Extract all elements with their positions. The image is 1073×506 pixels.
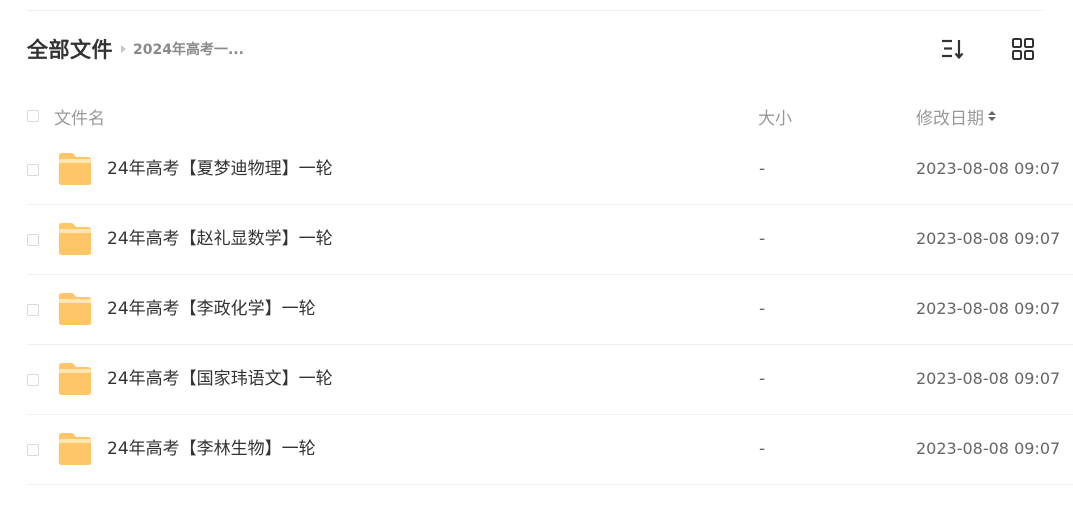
file-size: - bbox=[759, 299, 766, 319]
breadcrumb-separator-icon bbox=[121, 45, 126, 53]
file-name[interactable]: 24年高考【赵礼显数学】一轮 bbox=[107, 227, 333, 251]
folder-icon bbox=[59, 433, 91, 465]
file-browser: 全部文件 2024年高考一... 文件名 大小 修改日期 24年高考【夏梦迪物理… bbox=[0, 0, 1073, 506]
file-name[interactable]: 24年高考【李政化学】一轮 bbox=[107, 297, 316, 321]
breadcrumb-current: 2024年高考一... bbox=[133, 42, 244, 58]
file-row[interactable]: 24年高考【赵礼显数学】一轮 - 2023-08-08 09:07 bbox=[27, 205, 1073, 275]
sort-arrows-icon bbox=[988, 111, 996, 121]
row-checkbox[interactable] bbox=[27, 374, 39, 386]
file-modified-date: 2023-08-08 09:07 bbox=[916, 369, 1061, 388]
file-name[interactable]: 24年高考【夏梦迪物理】一轮 bbox=[107, 157, 333, 181]
header: 全部文件 2024年高考一... bbox=[27, 30, 1043, 68]
column-header-size: 大小 bbox=[758, 104, 792, 129]
file-modified-date: 2023-08-08 09:07 bbox=[916, 439, 1061, 458]
column-header-name: 文件名 bbox=[54, 104, 105, 129]
file-row[interactable]: 24年高考【李政化学】一轮 - 2023-08-08 09:07 bbox=[27, 275, 1073, 345]
column-header-size-label: 大小 bbox=[758, 108, 792, 129]
sort-list-icon bbox=[942, 39, 964, 60]
grid-view-icon bbox=[1012, 38, 1034, 60]
file-row[interactable]: 24年高考【李林生物】一轮 - 2023-08-08 09:07 bbox=[27, 415, 1073, 485]
file-row[interactable]: 24年高考【国家玮语文】一轮 - 2023-08-08 09:07 bbox=[27, 345, 1073, 415]
row-checkbox[interactable] bbox=[27, 164, 39, 176]
file-name[interactable]: 24年高考【李林生物】一轮 bbox=[107, 437, 316, 461]
folder-icon bbox=[59, 363, 91, 395]
file-modified-date: 2023-08-08 09:07 bbox=[916, 159, 1061, 178]
row-checkbox[interactable] bbox=[27, 444, 39, 456]
sort-button[interactable] bbox=[939, 36, 965, 62]
file-size: - bbox=[759, 229, 766, 249]
file-size: - bbox=[759, 369, 766, 389]
view-toggle-button[interactable] bbox=[1010, 36, 1036, 62]
column-header-modified[interactable]: 修改日期 bbox=[916, 104, 997, 129]
file-size: - bbox=[759, 439, 766, 459]
file-name[interactable]: 24年高考【国家玮语文】一轮 bbox=[107, 367, 333, 391]
folder-icon bbox=[59, 293, 91, 325]
column-header-name-label: 文件名 bbox=[54, 108, 105, 129]
column-header-modified-label: 修改日期 bbox=[916, 108, 984, 129]
select-all-checkbox[interactable] bbox=[27, 110, 39, 122]
row-checkbox[interactable] bbox=[27, 304, 39, 316]
file-modified-date: 2023-08-08 09:07 bbox=[916, 299, 1061, 318]
folder-icon bbox=[59, 223, 91, 255]
folder-icon bbox=[59, 153, 91, 185]
file-size: - bbox=[759, 159, 766, 179]
file-row[interactable]: 24年高考【夏梦迪物理】一轮 - 2023-08-08 09:07 bbox=[27, 135, 1073, 205]
row-checkbox[interactable] bbox=[27, 234, 39, 246]
breadcrumb-root[interactable]: 全部文件 bbox=[27, 34, 113, 64]
top-divider bbox=[27, 10, 1043, 11]
file-modified-date: 2023-08-08 09:07 bbox=[916, 229, 1061, 248]
